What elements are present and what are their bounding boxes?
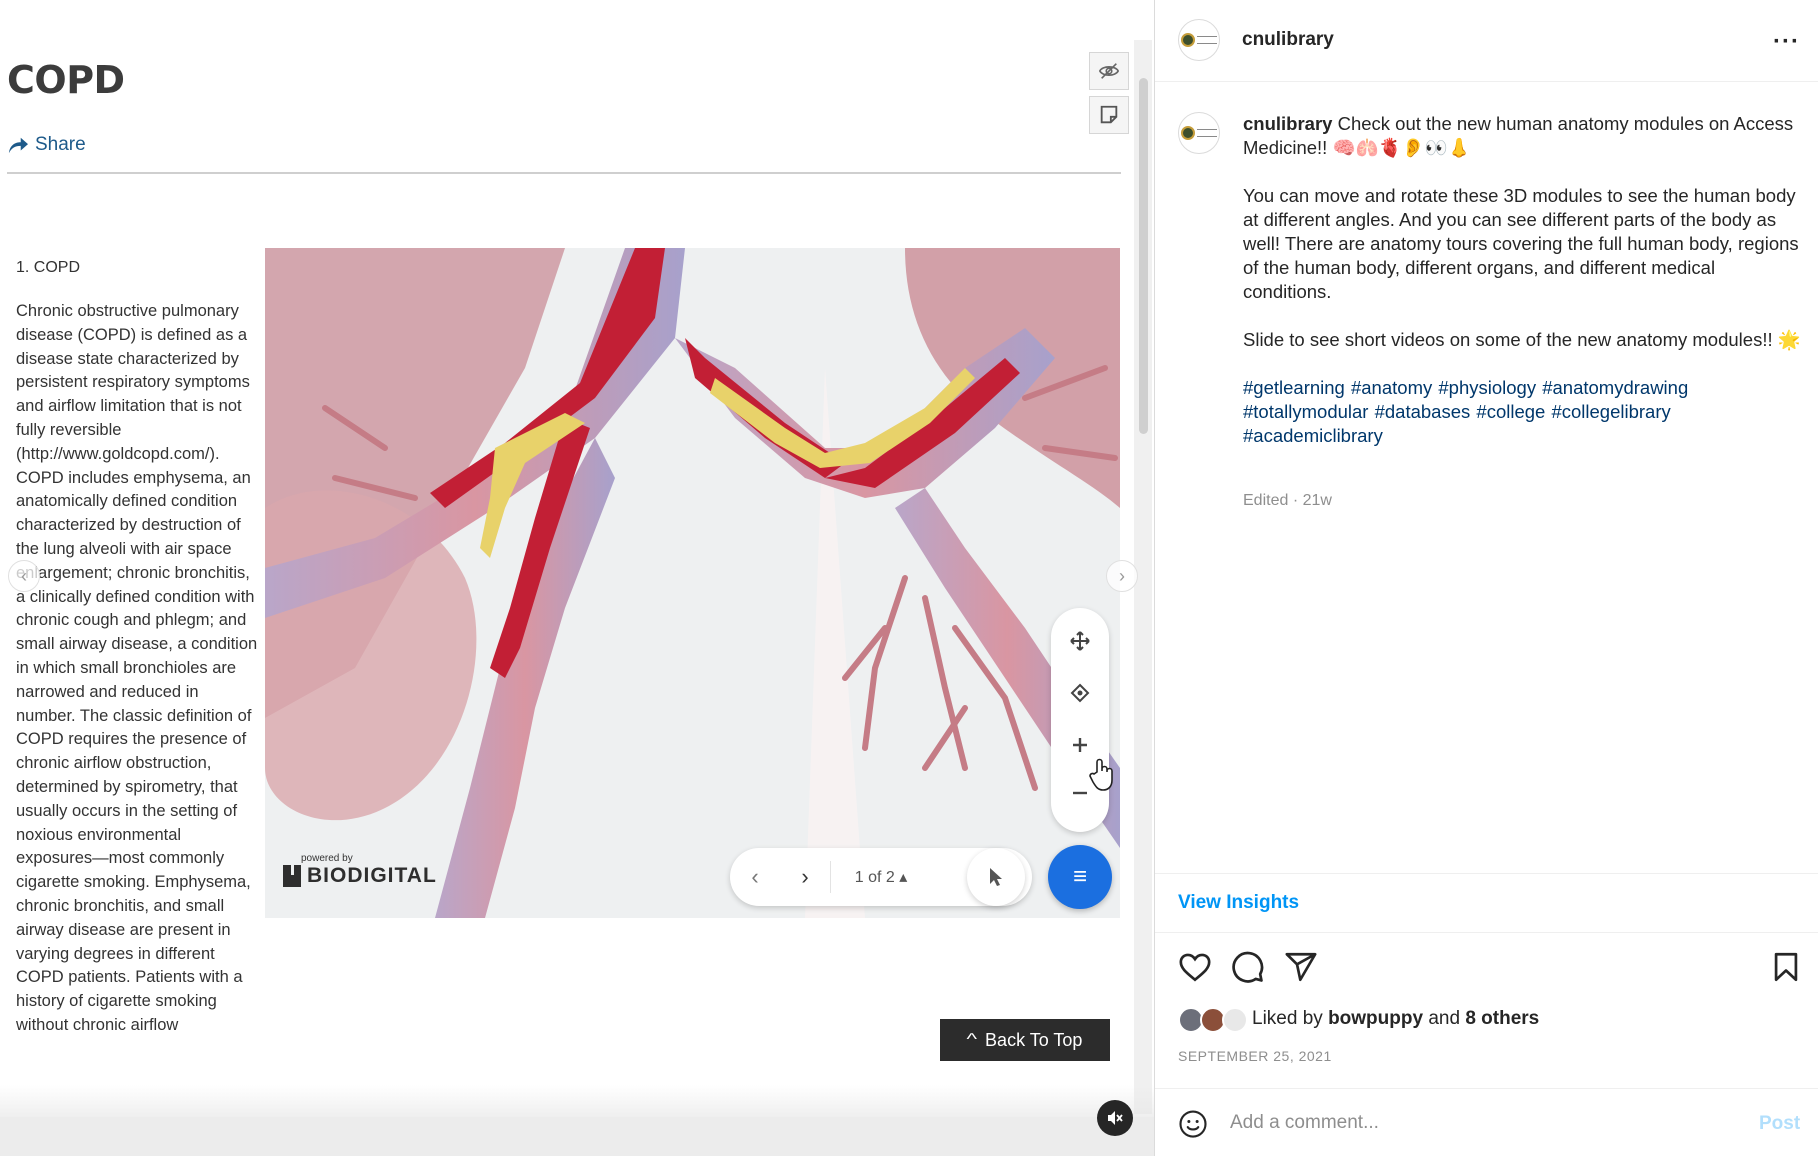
viewer-controls	[1051, 608, 1109, 832]
hashtag[interactable]: #anatomy	[1351, 377, 1432, 398]
back-to-top-label: Back To Top	[985, 1029, 1083, 1050]
pointer-button[interactable]	[967, 848, 1025, 906]
note-button[interactable]	[1089, 96, 1129, 134]
liked-by-others[interactable]: 8 others	[1465, 1008, 1539, 1030]
powered-by-label: powered by	[301, 853, 353, 864]
move-icon[interactable]	[1065, 626, 1095, 656]
post-actions	[1178, 950, 1803, 986]
post-caption: cnulibrary Check out the new human anato…	[1243, 112, 1803, 472]
doc-scrollbar-thumb[interactable]	[1139, 78, 1148, 434]
liked-by-prefix: Liked by	[1252, 1008, 1323, 1029]
lung-airway-render	[265, 248, 1120, 918]
center-icon[interactable]	[1065, 678, 1095, 708]
more-icon[interactable]: ···	[1773, 28, 1800, 56]
post-header: cnulibrary ···	[1155, 0, 1818, 82]
caption-username[interactable]: cnulibrary	[1243, 113, 1332, 134]
doc-next-arrow[interactable]: ›	[1106, 560, 1138, 592]
insights-bar: View Insights	[1155, 873, 1818, 933]
doc-prev-arrow[interactable]: ‹	[8, 560, 40, 592]
biodigital-branding: powered by BIODIGITAL	[283, 853, 437, 888]
post-date: SEPTEMBER 25, 2021	[1178, 1048, 1332, 1064]
hand-cursor-icon	[1088, 758, 1118, 797]
hashtag[interactable]: #physiology	[1438, 377, 1536, 398]
heart-icon[interactable]	[1178, 950, 1212, 984]
send-icon[interactable]	[1284, 950, 1318, 984]
zoom-in-icon[interactable]	[1065, 730, 1095, 760]
comment-icon[interactable]	[1231, 950, 1265, 984]
hashtag-list: #getlearning #anatomy #physiology #anato…	[1243, 376, 1803, 448]
avatar	[1222, 1007, 1248, 1033]
section-heading: 1. COPD	[16, 259, 81, 276]
page-counter[interactable]: 1 of 2 ▴	[831, 867, 931, 887]
biodigital-brand: BIODIGITAL	[307, 864, 437, 887]
hashtag[interactable]: #academiclibrary	[1243, 425, 1383, 446]
share-icon	[8, 137, 28, 154]
back-to-top-button[interactable]: ^ Back To Top	[940, 1019, 1110, 1061]
comment-input[interactable]	[1230, 1105, 1690, 1141]
emoji-icon[interactable]	[1178, 1109, 1208, 1139]
liked-by-and: and	[1428, 1008, 1461, 1029]
prev-icon[interactable]: ‹	[730, 864, 780, 890]
hide-icon	[1098, 63, 1120, 79]
pointer-icon	[990, 868, 1002, 886]
biodigital-logo-icon	[283, 865, 301, 887]
post-comment-button[interactable]: Post	[1759, 1113, 1800, 1135]
hashtag[interactable]: #college	[1476, 401, 1545, 422]
hashtag[interactable]: #getlearning	[1243, 377, 1345, 398]
note-icon	[1100, 105, 1118, 124]
hashtag[interactable]: #anatomydrawing	[1542, 377, 1688, 398]
edited-timestamp[interactable]: Edited · 21w	[1243, 492, 1332, 510]
caption-paragraph-3: Slide to see short videos on some of the…	[1243, 329, 1801, 350]
view-insights-link[interactable]: View Insights	[1178, 892, 1299, 914]
caption-paragraph-2: You can move and rotate these 3D modules…	[1243, 185, 1799, 302]
header-username[interactable]: cnulibrary	[1242, 29, 1334, 51]
share-label: Share	[35, 134, 86, 155]
likes-summary: Liked by bowpuppy and 8 others	[1178, 1004, 1539, 1034]
hashtag[interactable]: #collegelibrary	[1551, 401, 1670, 422]
section-body: Chronic obstructive pulmonary disease (C…	[16, 302, 258, 1034]
doc-side-tools	[1089, 52, 1129, 140]
hashtag[interactable]: #databases	[1375, 401, 1471, 422]
hashtag[interactable]: #totallymodular	[1243, 401, 1368, 422]
video-bottom-bar	[0, 1117, 1154, 1156]
bookmark-icon[interactable]	[1769, 950, 1803, 984]
next-icon[interactable]: ›	[780, 864, 830, 890]
anatomy-3d-viewer[interactable]: powered by BIODIGITAL ‹ › 1 of 2 ▴ ≡	[265, 248, 1120, 918]
title-divider	[7, 172, 1121, 174]
video-slide[interactable]: COPD Share 1. COPD Chronic obstructive p…	[0, 0, 1154, 1156]
share-link[interactable]: Share	[7, 134, 86, 156]
post-details-panel: cnulibrary ··· cnulibrary Check out the …	[1154, 0, 1818, 1156]
page-title: COPD	[7, 58, 125, 102]
hide-button[interactable]	[1089, 52, 1129, 90]
liked-by-user[interactable]: bowpuppy	[1328, 1008, 1423, 1030]
comment-form: Post	[1155, 1088, 1818, 1156]
chevron-up-icon: ^	[966, 1031, 977, 1048]
avatar[interactable]	[1178, 19, 1220, 61]
mute-icon[interactable]	[1097, 1100, 1133, 1136]
caption-avatar[interactable]	[1178, 112, 1220, 154]
menu-icon[interactable]: ≡	[1048, 845, 1112, 909]
post-media: COPD Share 1. COPD Chronic obstructive p…	[0, 0, 1154, 1156]
liker-avatars[interactable]	[1178, 1004, 1252, 1034]
